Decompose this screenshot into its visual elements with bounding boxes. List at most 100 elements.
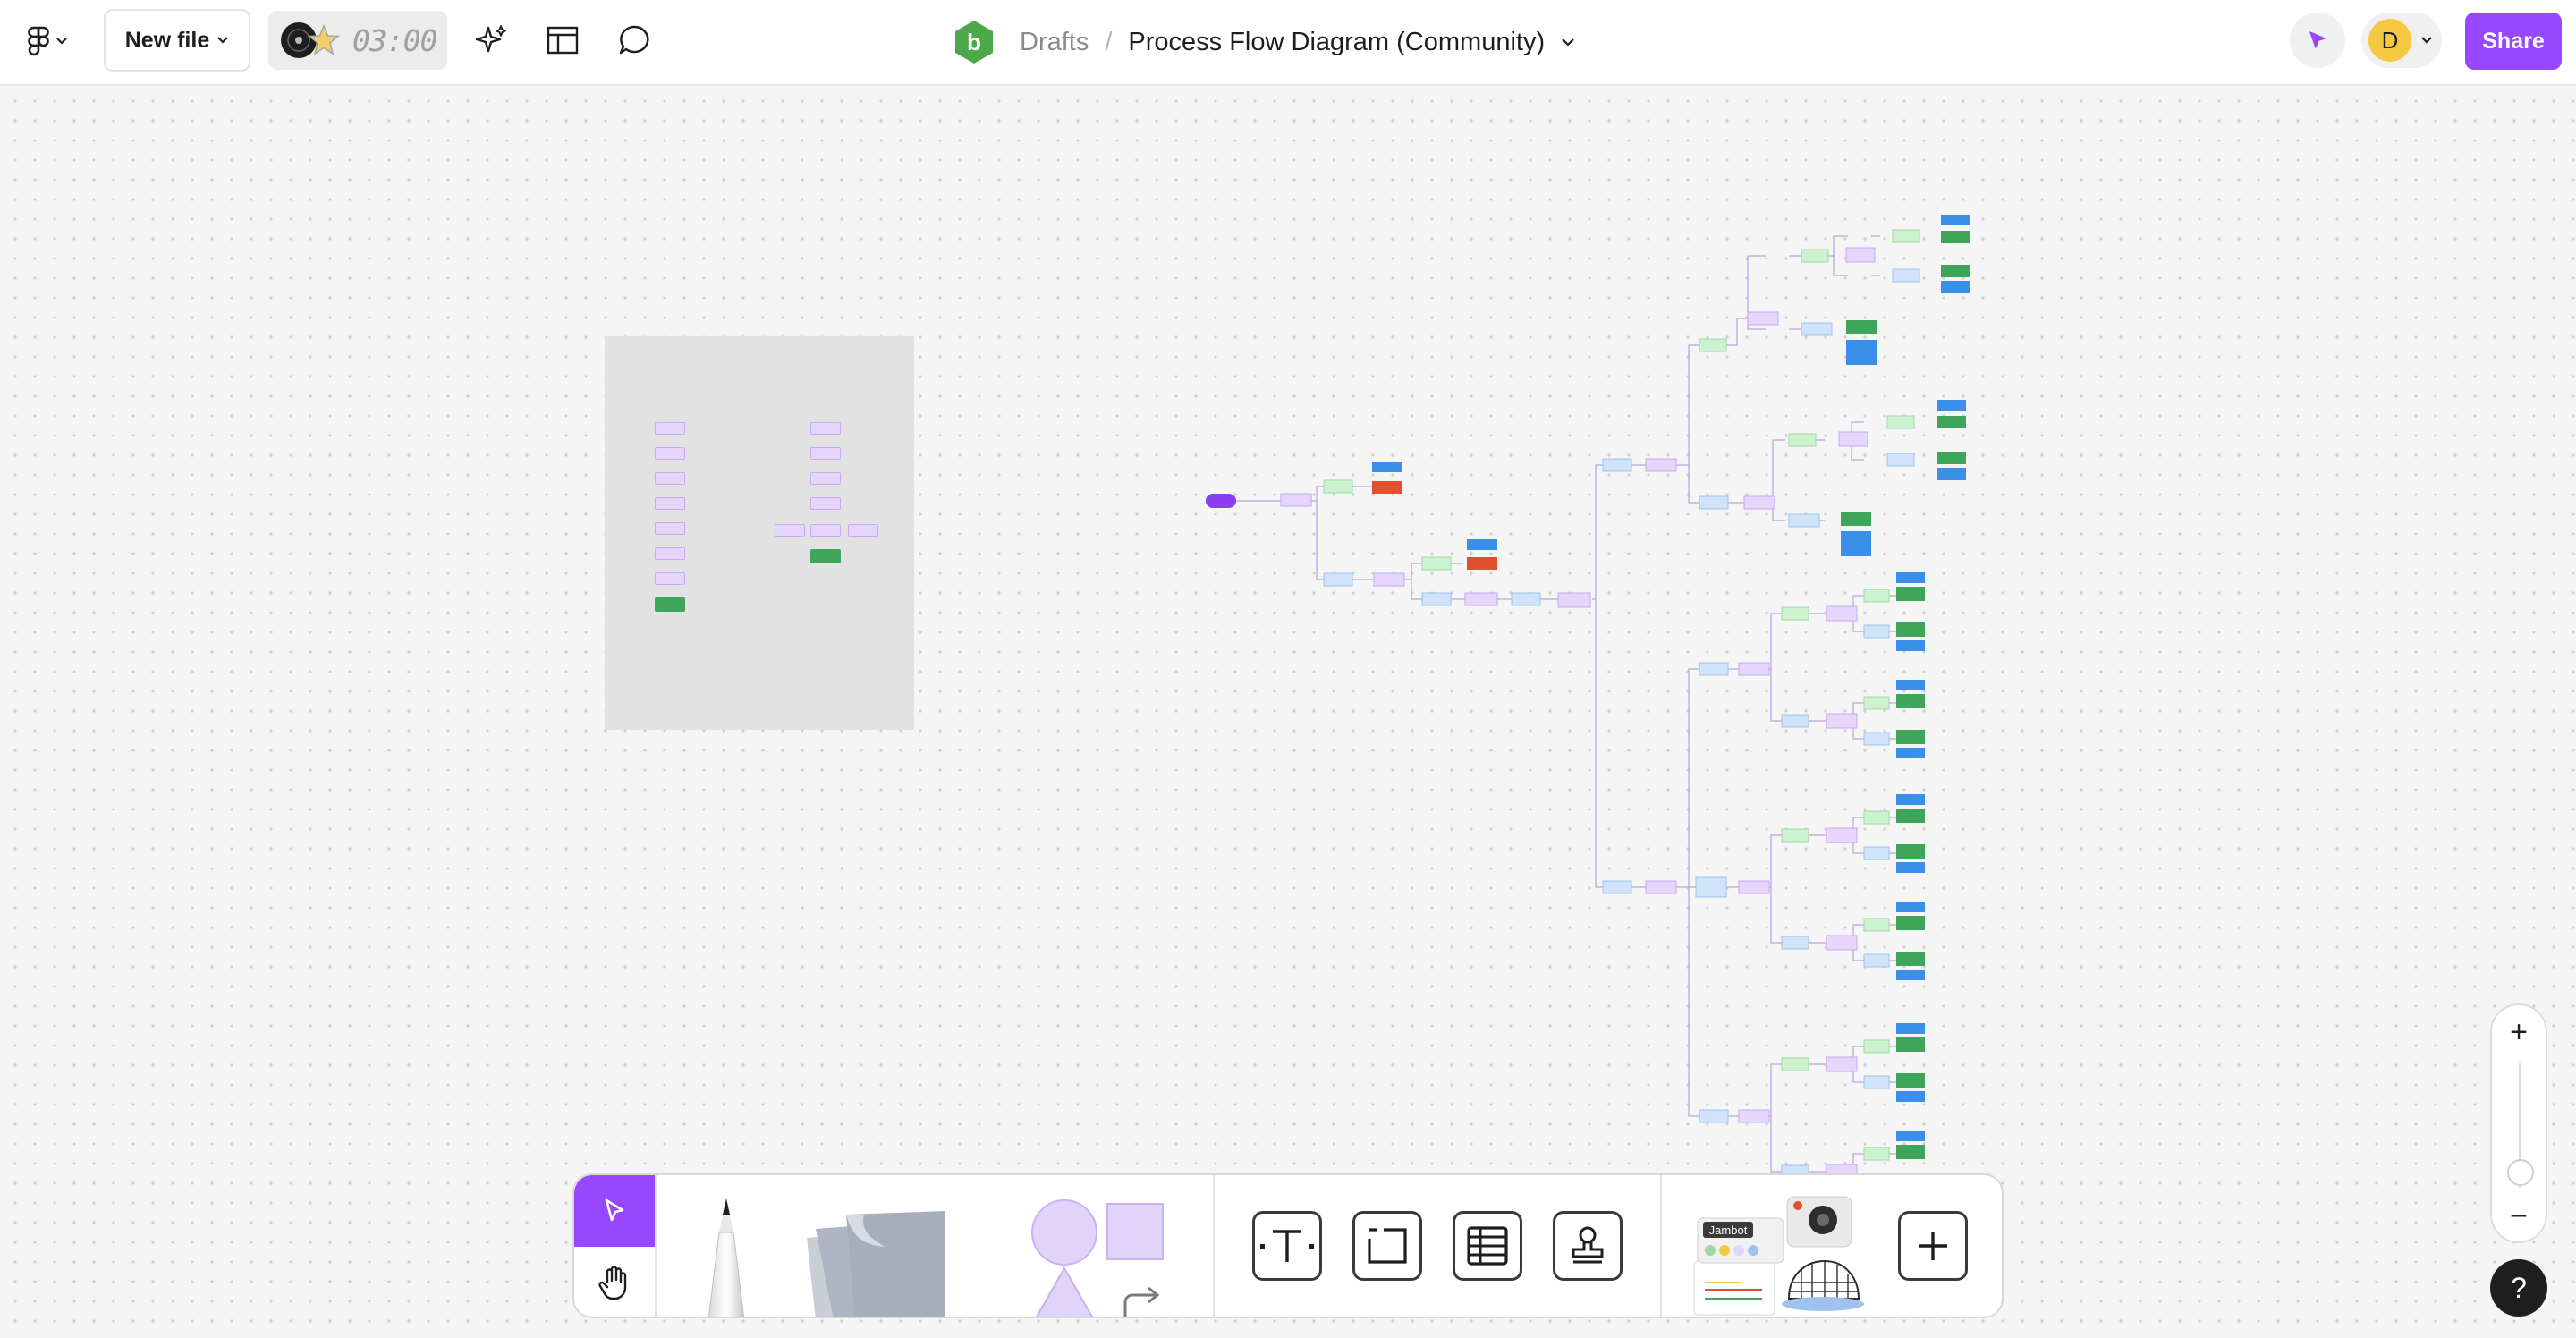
new-file-button[interactable]: New file (104, 9, 250, 72)
flow-node[interactable] (1863, 953, 1890, 968)
main-menu-button[interactable] (18, 18, 77, 64)
section-note[interactable] (775, 524, 805, 537)
flow-node[interactable] (1863, 1075, 1890, 1089)
section-note[interactable] (655, 497, 685, 510)
flow-node[interactable] (1896, 794, 1925, 805)
flow-node[interactable] (1896, 1131, 1925, 1141)
top-bar: New file 03:00 b Drafts / Process Flow D… (0, 0, 2576, 86)
flow-node[interactable] (1896, 587, 1925, 601)
comments-button[interactable] (608, 14, 660, 66)
flow-node[interactable] (1896, 809, 1925, 823)
table-icon (1467, 1226, 1508, 1266)
flow-node[interactable] (1781, 828, 1809, 843)
workspace-badge-letter: b (967, 29, 981, 55)
canvas-section[interactable] (605, 336, 914, 730)
zoom-slider-handle[interactable] (2507, 1159, 2534, 1186)
section-note[interactable] (655, 447, 685, 460)
file-title[interactable]: Process Flow Diagram (Community) (1128, 28, 1545, 57)
select-tool[interactable] (574, 1175, 655, 1247)
flow-node[interactable] (1863, 1147, 1890, 1161)
stamp-tool[interactable] (1553, 1211, 1623, 1281)
ai-actions-button[interactable] (465, 14, 517, 66)
flow-node[interactable] (1863, 589, 1890, 603)
flow-node[interactable] (1863, 810, 1890, 825)
zoom-in-button[interactable]: + (2492, 1012, 2546, 1052)
flow-node[interactable] (1896, 694, 1925, 708)
section-note[interactable] (810, 549, 841, 563)
cursor-chat-button[interactable] (2290, 13, 2345, 68)
flow-node[interactable] (1863, 918, 1890, 932)
chevron-down-icon[interactable] (1561, 37, 1575, 47)
section-note[interactable] (810, 422, 841, 435)
flow-node[interactable] (1896, 1145, 1925, 1159)
flow-node[interactable] (1896, 748, 1925, 758)
flow-node[interactable] (1896, 1091, 1925, 1102)
flow-node[interactable] (1896, 862, 1925, 873)
flow-node[interactable] (1896, 680, 1925, 690)
chevron-down-icon (217, 37, 229, 44)
add-more-button[interactable] (1898, 1211, 1968, 1281)
flow-node[interactable] (1896, 970, 1925, 980)
pencil-tool[interactable] (682, 1197, 771, 1317)
zoom-out-button[interactable]: – (2492, 1195, 2546, 1234)
flow-node[interactable] (1896, 1037, 1925, 1052)
user-menu-button[interactable]: D (2361, 13, 2442, 68)
flow-node[interactable] (1896, 1073, 1925, 1088)
flow-node[interactable] (1896, 730, 1925, 744)
section-note[interactable] (655, 572, 685, 585)
flow-node[interactable] (1896, 952, 1925, 966)
flow-node[interactable] (1826, 827, 1858, 843)
flow-node[interactable] (1896, 902, 1925, 912)
flow-node[interactable] (1781, 1057, 1809, 1071)
flow-node[interactable] (1826, 713, 1858, 729)
templates-button[interactable] (537, 14, 589, 66)
comment-icon (619, 25, 649, 55)
widgets-tool[interactable]: Jambot (1689, 1193, 1868, 1317)
hand-tool[interactable] (574, 1247, 655, 1317)
flow-node[interactable] (1863, 732, 1890, 746)
flow-node[interactable] (1826, 605, 1858, 622)
section-note[interactable] (655, 547, 685, 560)
shapes-tool[interactable] (1021, 1197, 1191, 1317)
figma-logo-icon (28, 26, 49, 56)
flow-node[interactable] (1863, 624, 1890, 639)
flow-node[interactable] (1896, 622, 1925, 637)
flow-node[interactable] (1863, 1039, 1890, 1054)
hand-icon (598, 1266, 627, 1300)
flow-node[interactable] (1896, 572, 1925, 583)
flow-node[interactable] (1896, 916, 1925, 930)
breadcrumb-drafts[interactable]: Drafts (1020, 28, 1089, 57)
flow-node[interactable] (1896, 640, 1925, 651)
flow-node[interactable] (1781, 714, 1809, 728)
text-tool[interactable] (1252, 1211, 1322, 1281)
table-tool[interactable] (1453, 1211, 1522, 1281)
toolbar-divider (1213, 1175, 1215, 1317)
pencil-icon (708, 1198, 745, 1317)
section-note[interactable] (810, 472, 841, 485)
section-note[interactable] (655, 472, 685, 485)
section-note[interactable] (810, 497, 841, 510)
process-flow-diagram[interactable] (1199, 122, 2004, 1231)
flow-node[interactable] (1896, 844, 1925, 859)
flow-node[interactable] (1826, 1056, 1858, 1072)
share-button[interactable]: Share (2465, 13, 2562, 70)
workspace-badge-icon[interactable]: b (952, 19, 996, 65)
flow-node[interactable] (1863, 846, 1890, 860)
section-note[interactable] (655, 597, 685, 612)
section-note[interactable] (655, 522, 685, 535)
toolbar-divider (655, 1175, 657, 1317)
flow-node[interactable] (1826, 935, 1858, 951)
section-tool[interactable] (1352, 1211, 1422, 1281)
section-note[interactable] (848, 524, 878, 537)
flow-node[interactable] (1896, 1023, 1925, 1034)
section-note[interactable] (810, 524, 841, 537)
timer-widget[interactable]: 03:00 (268, 11, 447, 70)
section-note[interactable] (655, 422, 685, 435)
section-note[interactable] (810, 447, 841, 460)
figjam-canvas[interactable] (0, 86, 2576, 1338)
flow-node[interactable] (1863, 696, 1890, 710)
flow-node[interactable] (1781, 606, 1809, 621)
sticky-note-tool[interactable] (798, 1202, 950, 1317)
flow-node[interactable] (1781, 936, 1809, 950)
help-button[interactable]: ? (2490, 1259, 2547, 1317)
